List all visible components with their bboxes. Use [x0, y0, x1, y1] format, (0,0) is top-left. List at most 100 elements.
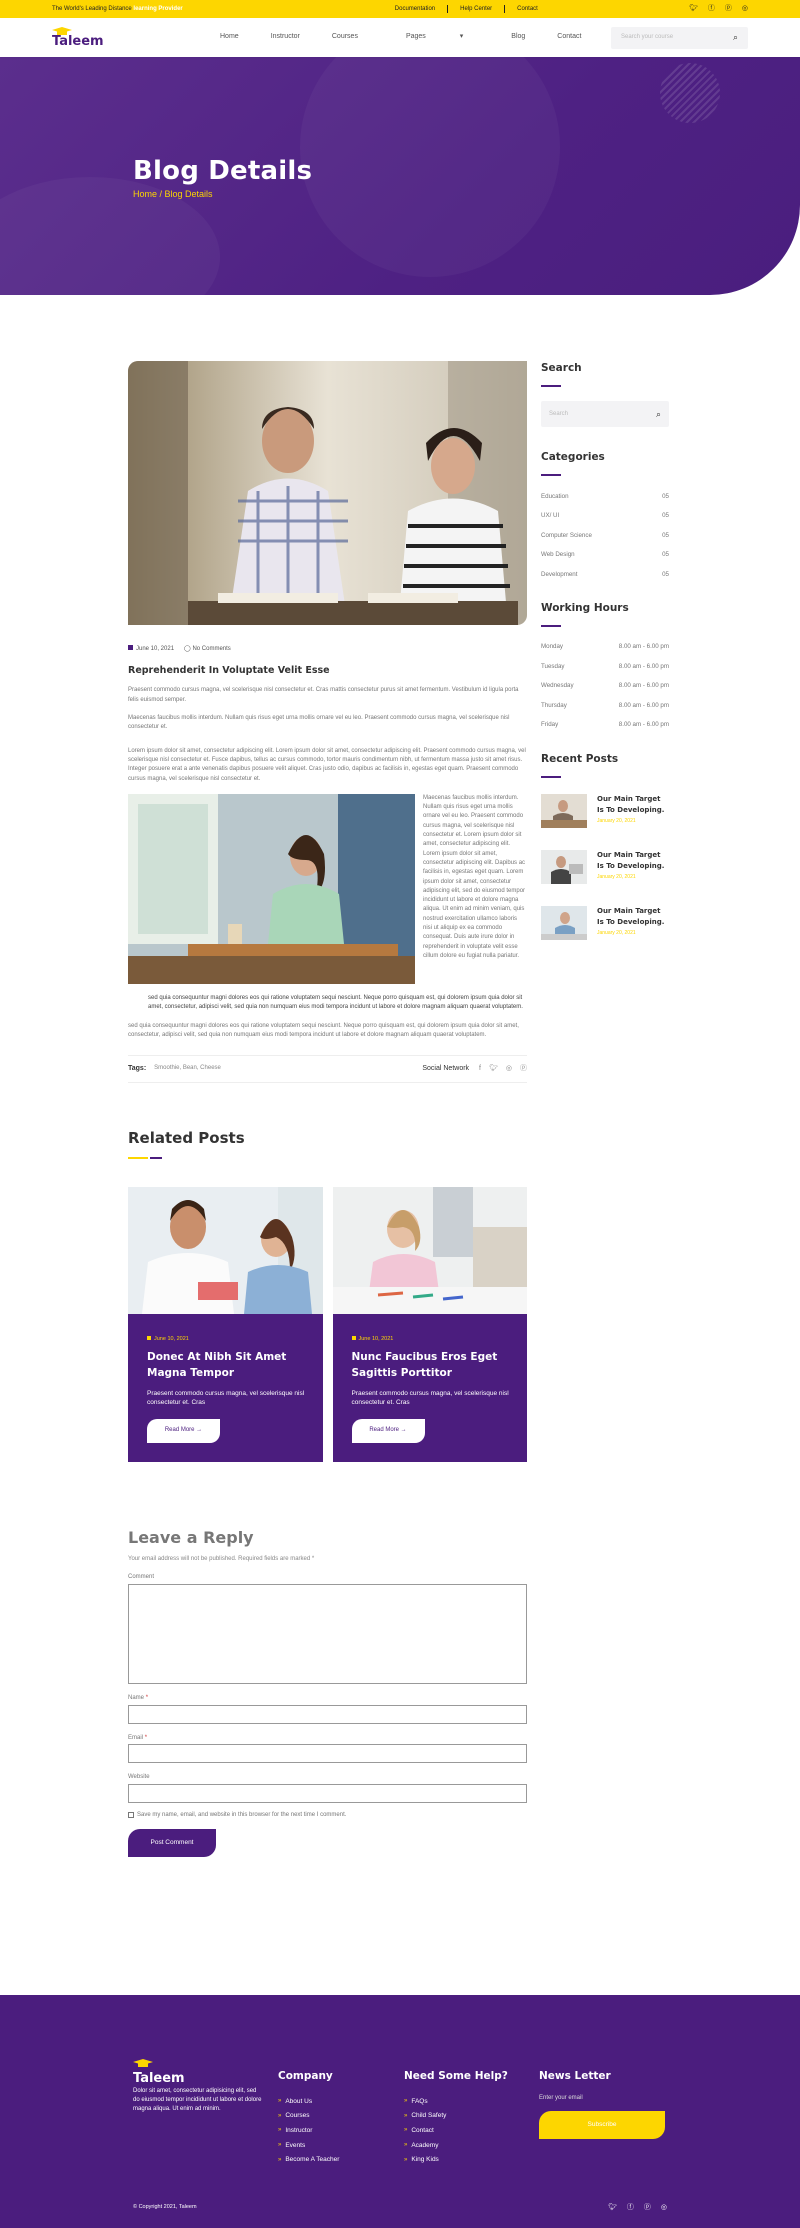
pinterest-icon[interactable]: ⓟ: [644, 2203, 651, 2213]
contact-link[interactable]: Contact: [505, 5, 550, 14]
category-item[interactable]: UX/ UI 05: [541, 507, 669, 527]
card-title[interactable]: Nunc Faucibus Eros Eget Sagittis Porttit…: [352, 1349, 522, 1382]
card-title[interactable]: Donec At Nibh Sit Amet Magna Tempor: [147, 1349, 317, 1382]
post-comments[interactable]: ◯ No Comments: [184, 645, 231, 654]
footer-link[interactable]: » FAQs: [404, 2094, 508, 2109]
category-count: 05: [662, 531, 669, 539]
footer: Taleem Dolor sit amet, consectetur adipi…: [0, 1995, 800, 2228]
read-more-button[interactable]: Read More →: [147, 1418, 220, 1443]
categories-list: Education 05 UX/ UI 05 Computer Science 05 …: [541, 487, 669, 585]
instagram-icon[interactable]: ◎: [506, 1064, 512, 1074]
logo[interactable]: Taleem: [52, 27, 112, 48]
instagram-icon[interactable]: ◎: [661, 2203, 667, 2213]
tagline-highlight: learning Provider: [133, 5, 183, 12]
post-paragraph: Lorem ipsum dolor sit amet, consectetur …: [128, 747, 526, 782]
subscribe-button[interactable]: Subscribe: [539, 2110, 665, 2139]
recent-post[interactable]: Our Main Target Is To Developing. January…: [541, 849, 669, 906]
hours-day: Friday: [541, 721, 559, 729]
hours-time: 8.00 am - 6.00 pm: [618, 682, 669, 690]
hero-pattern: [660, 63, 720, 123]
pinterest-icon[interactable]: ⓟ: [520, 1064, 527, 1074]
save-info-checkbox[interactable]: [128, 1812, 134, 1819]
breadcrumb[interactable]: Home / Blog Details: [133, 188, 213, 201]
sidebar-search-input[interactable]: Search ⌕: [541, 401, 669, 428]
recent-post[interactable]: Our Main Target Is To Developing. January…: [541, 905, 669, 962]
website-field[interactable]: [128, 1784, 527, 1804]
post-quote: sed quia consequuntur magni dolores eos …: [148, 994, 523, 1011]
twitter-icon[interactable]: 🐦︎: [689, 4, 698, 14]
facebook-icon[interactable]: ⓕ: [627, 2203, 634, 2213]
comment-textarea[interactable]: [128, 1584, 527, 1685]
newsletter-email-input[interactable]: Enter your email: [539, 2094, 665, 2103]
top-links: Documentation Help Center Contact: [383, 4, 550, 14]
category-name: Development: [541, 570, 578, 578]
recent-post-title: Our Main Target Is To Developing.: [597, 850, 665, 871]
category-item[interactable]: Development 05: [541, 565, 669, 585]
nav-blog[interactable]: Blog: [495, 32, 541, 42]
required-mark: *: [145, 1695, 149, 1702]
footer-link[interactable]: » Become A Teacher: [278, 2153, 339, 2168]
footer-link[interactable]: » Contact: [404, 2123, 508, 2138]
related-post-card[interactable]: June 10, 2021 Nunc Faucibus Eros Eget Sa…: [332, 1186, 527, 1462]
recent-post[interactable]: Our Main Target Is To Developing. January…: [541, 793, 669, 850]
double-chevron-icon: »: [404, 2127, 408, 2134]
card-image: [332, 1186, 527, 1314]
sidebar-search-placeholder: Search: [549, 410, 569, 417]
read-more-button[interactable]: Read More →: [351, 1418, 425, 1443]
tags-list[interactable]: Smoothie, Bean, Cheese: [154, 1064, 221, 1073]
double-chevron-icon: »: [404, 2098, 408, 2105]
nav-pages[interactable]: Pages ▾: [374, 32, 495, 42]
facebook-icon[interactable]: f: [479, 1064, 481, 1074]
footer-link[interactable]: » Events: [278, 2138, 339, 2153]
related-post-card[interactable]: June 10, 2021 Donec At Nibh Sit Amet Mag…: [128, 1186, 323, 1462]
footer-logo[interactable]: Taleem: [133, 2059, 185, 2085]
pinterest-icon[interactable]: ⓟ: [725, 4, 732, 14]
footer-link[interactable]: » Instructor: [278, 2123, 339, 2138]
post-comment-button[interactable]: Post Comment: [128, 1828, 216, 1857]
title-underline: [128, 1156, 527, 1159]
tags-row: Tags: Smoothie, Bean, Cheese Social Netw…: [128, 1054, 527, 1083]
featured-image: [128, 361, 527, 625]
recent-post-title: Our Main Target Is To Developing.: [597, 794, 665, 815]
category-name: UX/ UI: [541, 512, 560, 520]
comment-icon: ◯: [184, 646, 191, 652]
name-label: Name *: [128, 1694, 527, 1703]
tagline: The World's Leading Distance learning Pr…: [52, 5, 183, 14]
email-field[interactable]: [128, 1744, 527, 1764]
hero-decoration: [300, 57, 560, 277]
footer-link[interactable]: » Courses: [278, 2109, 339, 2124]
save-info-row: Save my name, email, and website in this…: [128, 1811, 527, 1820]
header-search-input[interactable]: Search your course ⌕: [611, 26, 748, 49]
footer-link[interactable]: » Academy: [404, 2138, 508, 2153]
documentation-link[interactable]: Documentation: [383, 4, 449, 14]
help-center-link[interactable]: Help Center: [448, 4, 506, 14]
footer-newsletter: News Letter Enter your email Subscribe: [539, 2069, 665, 2139]
footer-logo-text: Taleem: [133, 2071, 185, 2087]
twitter-icon[interactable]: 🐦︎: [608, 2203, 617, 2213]
page-title: Blog Details: [133, 156, 313, 186]
category-item[interactable]: Education 05: [541, 487, 669, 507]
nav-instructor[interactable]: Instructor: [255, 32, 316, 42]
nav-contact[interactable]: Contact: [541, 32, 597, 42]
footer-link[interactable]: » About Us: [278, 2094, 339, 2109]
related-posts: June 10, 2021 Donec At Nibh Sit Amet Mag…: [128, 1186, 527, 1462]
graduation-cap-icon: [133, 2059, 153, 2067]
image-text-block: Maecenas faucibus mollis interdum. Nulla…: [128, 793, 527, 986]
tagline-text: The World's Leading Distance: [52, 5, 132, 12]
category-item[interactable]: Computer Science 05: [541, 526, 669, 546]
twitter-icon[interactable]: 🐦︎: [489, 1064, 498, 1074]
recent-post-photo: [541, 905, 587, 940]
search-icon[interactable]: ⌕: [656, 408, 661, 421]
footer-link[interactable]: » King Kids: [404, 2153, 508, 2168]
facebook-icon[interactable]: ⓕ: [708, 4, 715, 14]
footer-link[interactable]: » Child Safety: [404, 2109, 508, 2124]
name-label-text: Name: [128, 1695, 145, 1702]
nav-courses[interactable]: Courses: [316, 32, 374, 42]
category-item[interactable]: Web Design 05: [541, 546, 669, 566]
category-count: 05: [662, 512, 669, 520]
nav-home[interactable]: Home: [204, 32, 255, 42]
search-icon[interactable]: ⌕: [733, 31, 738, 44]
instagram-icon[interactable]: ◎: [742, 4, 748, 14]
post-date-text: June 10, 2021: [136, 646, 175, 652]
name-field[interactable]: [128, 1704, 527, 1724]
